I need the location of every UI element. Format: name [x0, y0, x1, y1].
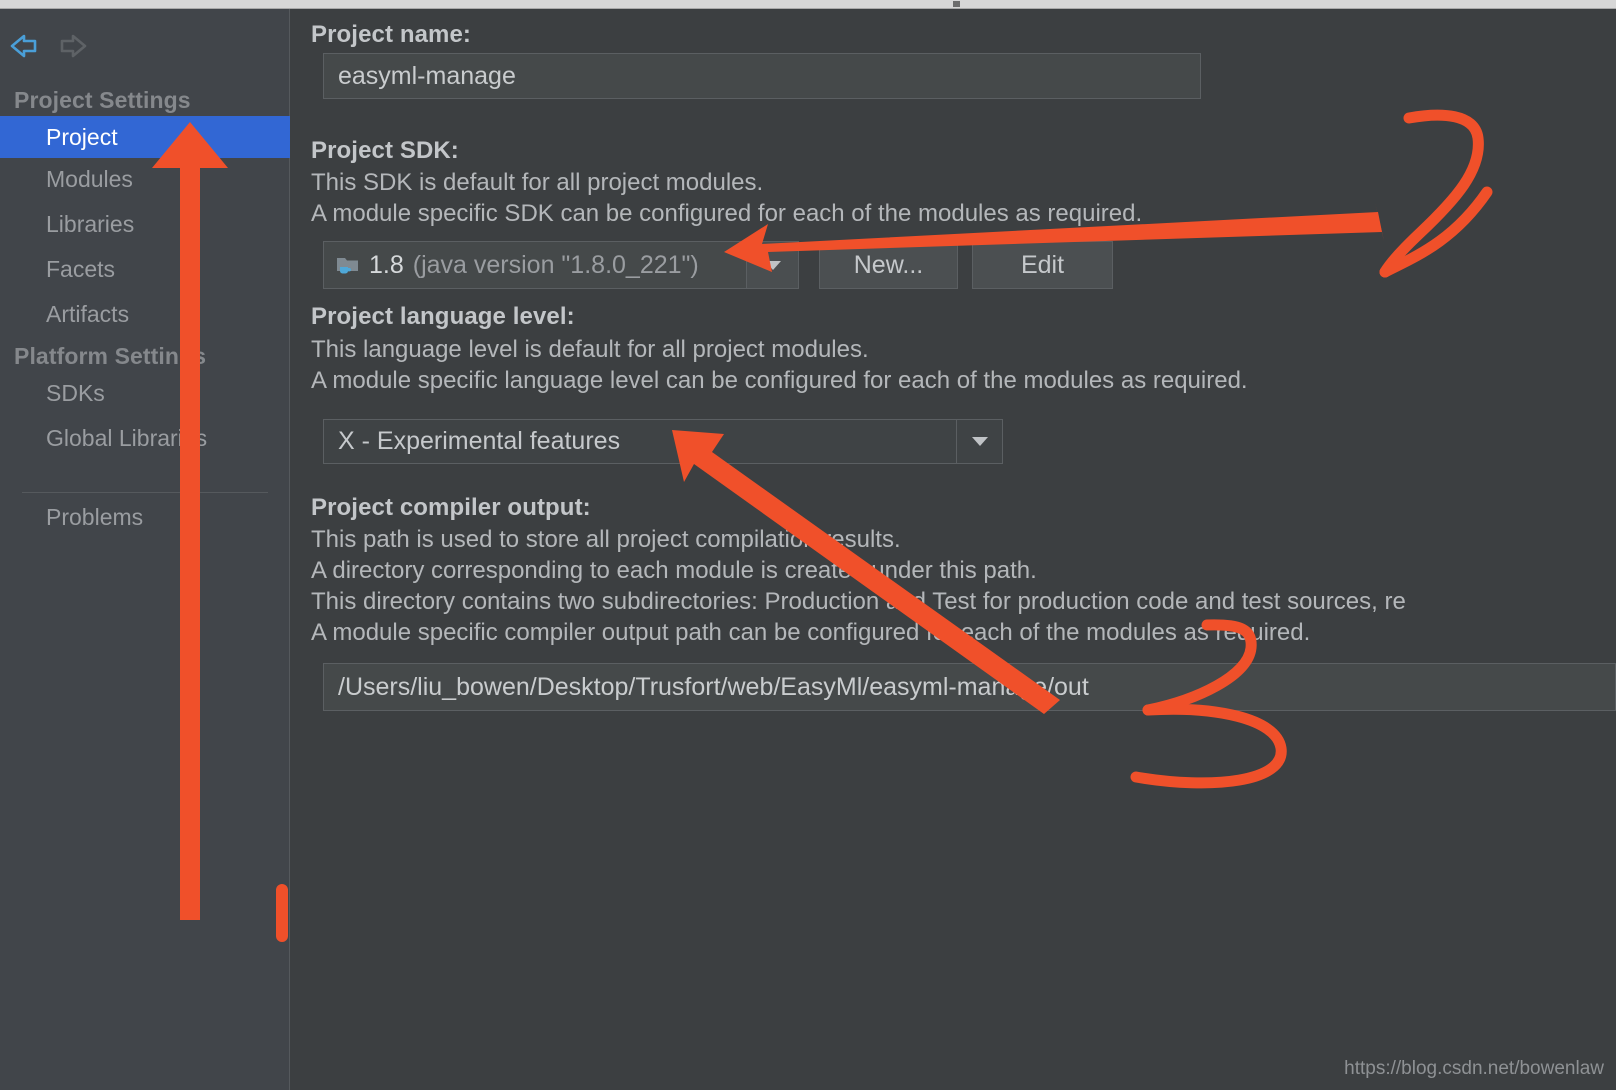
compiler-output-desc-line-4: A module specific compiler output path c… — [311, 619, 1311, 646]
sidebar-group-title-project-settings: Project Settings — [14, 87, 191, 113]
sidebar-item-modules[interactable]: Modules — [0, 158, 290, 200]
chevron-down-icon — [764, 260, 781, 270]
arrow-right-icon[interactable] — [54, 33, 96, 59]
arrow-left-icon[interactable] — [8, 33, 50, 59]
compiler-output-desc-line-2: A directory corresponding to each module… — [311, 557, 1037, 584]
settings-main-panel: Project name: easyml-manage Project SDK:… — [291, 9, 1616, 1090]
title-bar-mark — [953, 1, 960, 7]
sdk-edit-button[interactable]: Edit — [972, 241, 1113, 289]
settings-dialog: Project Settings Project Modules Librari… — [0, 0, 1616, 1090]
language-level-desc-line-2: A module specific language level can be … — [311, 367, 1248, 394]
project-sdk-label: Project SDK: — [311, 137, 459, 164]
project-sdk-version-detail: (java version "1.8.0_221") — [412, 250, 699, 279]
sidebar-divider — [22, 492, 268, 493]
language-level-dropdown-button[interactable] — [956, 420, 1002, 463]
language-level-combobox[interactable]: X - Experimental features — [323, 419, 1003, 464]
sidebar-item-label: Facets — [46, 255, 116, 282]
language-level-label: Project language level: — [311, 303, 575, 330]
compiler-output-path-input[interactable]: /Users/liu_bowen/Desktop/Trusfort/web/Ea… — [323, 663, 1616, 711]
watermark-text: https://blog.csdn.net/bowenlaw — [1344, 1058, 1604, 1079]
sidebar-item-problems[interactable]: Problems — [0, 496, 290, 538]
compiler-output-label: Project compiler output: — [311, 494, 591, 521]
sidebar-item-label: SDKs — [46, 379, 105, 406]
sidebar-item-label: Modules — [46, 165, 133, 192]
settings-sidebar: Project Settings Project Modules Librari… — [0, 9, 290, 1090]
project-sdk-desc-line-1: This SDK is default for all project modu… — [311, 169, 764, 196]
sidebar-item-label: Artifacts — [46, 300, 130, 327]
sidebar-item-facets[interactable]: Facets — [0, 248, 290, 290]
compiler-output-desc-line-3: This directory contains two subdirectori… — [311, 588, 1406, 615]
sidebar-item-label: Problems — [46, 503, 144, 530]
chevron-down-icon — [971, 437, 988, 446]
sidebar-item-label: Global Libraries — [46, 424, 208, 451]
project-name-input[interactable]: easyml-manage — [323, 53, 1201, 99]
sidebar-item-label: Project — [46, 123, 118, 150]
language-level-desc-line-1: This language level is default for all p… — [311, 336, 869, 363]
sidebar-item-artifacts[interactable]: Artifacts — [0, 293, 290, 335]
project-name-label: Project name: — [311, 21, 472, 48]
language-level-value: X - Experimental features — [338, 427, 621, 455]
sdk-new-button[interactable]: New... — [819, 241, 958, 289]
project-sdk-desc-line-2: A module specific SDK can be configured … — [311, 200, 1143, 227]
sidebar-group-title-platform-settings: Platform Settings — [14, 343, 207, 369]
sidebar-item-global-libraries[interactable]: Global Libraries — [0, 417, 290, 459]
sidebar-item-libraries[interactable]: Libraries — [0, 203, 290, 245]
project-sdk-dropdown-button[interactable] — [746, 241, 799, 289]
project-sdk-combobox[interactable]: 1.8 (java version "1.8.0_221") — [323, 241, 799, 289]
window-title-bar — [0, 0, 1616, 9]
sidebar-item-label: Libraries — [46, 210, 135, 237]
sidebar-item-project[interactable]: Project — [0, 116, 290, 158]
sidebar-item-sdks[interactable]: SDKs — [0, 372, 290, 414]
project-sdk-version: 1.8 — [369, 250, 404, 279]
compiler-output-desc-line-1: This path is used to store all project c… — [311, 526, 901, 553]
sidebar-navigation — [0, 19, 290, 71]
jdk-folder-icon — [335, 252, 361, 278]
